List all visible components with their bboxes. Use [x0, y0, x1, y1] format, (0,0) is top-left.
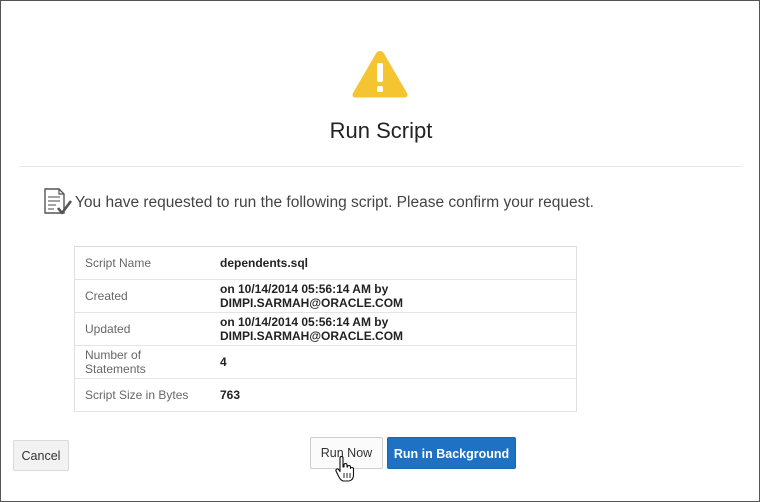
created-value: on 10/14/2014 05:56:14 AM by DIMPI.SARMA…: [210, 279, 577, 313]
script-name-label: Script Name: [74, 246, 210, 280]
table-row: Created on 10/14/2014 05:56:14 AM by DIM…: [74, 279, 577, 313]
table-row: Script Size in Bytes 763: [74, 378, 577, 412]
script-name-value: dependents.sql: [210, 246, 577, 280]
script-check-icon: [44, 188, 73, 215]
divider: [19, 166, 743, 167]
dialog-title: Run Script: [329, 118, 433, 143]
table-row: Number of Statements 4: [74, 345, 577, 379]
script-size-label: Script Size in Bytes: [74, 378, 210, 412]
script-size-value: 763: [210, 378, 577, 412]
warning-icon: [352, 51, 408, 98]
script-details-table: Script Name dependents.sql Created on 10…: [74, 246, 577, 412]
updated-value: on 10/14/2014 05:56:14 AM by DIMPI.SARMA…: [210, 312, 577, 346]
table-row: Updated on 10/14/2014 05:56:14 AM by DIM…: [74, 312, 577, 346]
updated-label: Updated: [74, 312, 210, 346]
run-script-dialog: Run Script You have requested to run the…: [0, 0, 760, 502]
statements-count-value: 4: [210, 345, 577, 379]
created-label: Created: [74, 279, 210, 313]
statements-count-label: Number of Statements: [74, 345, 210, 379]
hand-cursor-icon: [335, 456, 355, 482]
cancel-button[interactable]: Cancel: [13, 440, 69, 471]
table-row: Script Name dependents.sql: [74, 246, 577, 280]
confirmation-message: You have requested to run the following …: [75, 194, 594, 211]
run-in-background-button[interactable]: Run in Background: [387, 437, 516, 469]
